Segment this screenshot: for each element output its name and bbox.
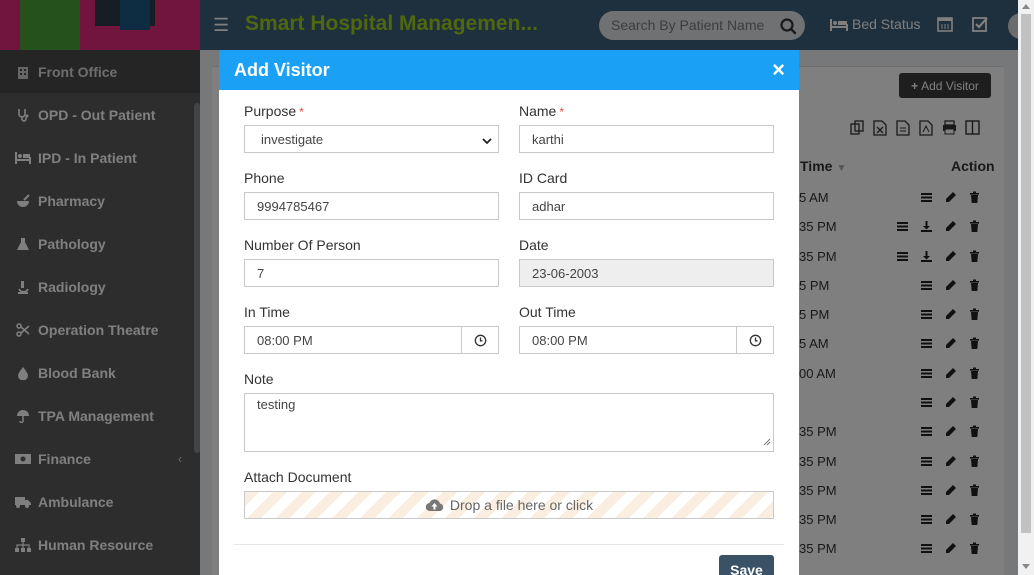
scroll-up-arrow[interactable]: [1022, 4, 1030, 9]
out-time-field[interactable]: 08:00 PM: [519, 326, 774, 354]
out-time-value: 08:00 PM: [532, 332, 588, 348]
purpose-select-value: investigate: [261, 131, 324, 147]
save-button[interactable]: Save: [719, 555, 774, 575]
name-field[interactable]: karthi: [519, 125, 774, 153]
scroll-down-arrow[interactable]: [1022, 564, 1030, 569]
file-dropzone[interactable]: Drop a file here or click: [244, 491, 774, 519]
number-of-person-label: Number Of Person: [244, 237, 361, 253]
resize-grip-icon[interactable]: [763, 434, 771, 449]
name-label: Name *: [519, 103, 565, 119]
phone-field[interactable]: 9994785467: [244, 192, 499, 220]
id-card-label: ID Card: [519, 170, 568, 186]
modal-footer-divider: [234, 544, 784, 545]
date-label: Date: [519, 237, 549, 253]
modal-title: Add Visitor: [234, 60, 330, 80]
clock-icon[interactable]: [461, 327, 498, 353]
required-mark: *: [299, 105, 304, 119]
scrollbar-thumb[interactable]: [1021, 14, 1031, 533]
date-field: 23-06-2003: [519, 259, 774, 287]
note-textarea[interactable]: testing: [244, 393, 774, 452]
page-scrollbar[interactable]: [1018, 0, 1034, 575]
chevron-down-icon: [482, 134, 492, 149]
close-icon[interactable]: ×: [772, 59, 785, 81]
purpose-label: Purpose *: [244, 103, 304, 119]
in-time-label: In Time: [244, 304, 290, 320]
number-of-person-field[interactable]: 7: [244, 259, 499, 287]
purpose-select[interactable]: investigate: [244, 125, 499, 153]
phone-label: Phone: [244, 170, 285, 186]
note-value: testing: [257, 397, 296, 412]
clock-icon[interactable]: [736, 327, 773, 353]
modal-header: Add Visitor ×: [219, 50, 799, 90]
id-card-field[interactable]: adhar: [519, 192, 774, 220]
add-visitor-modal: Add Visitor × Purpose * investigate Name *…: [219, 50, 799, 575]
cloud-upload-icon: [425, 499, 444, 512]
in-time-value: 08:00 PM: [257, 332, 313, 348]
out-time-label: Out Time: [519, 304, 576, 320]
in-time-field[interactable]: 08:00 PM: [244, 326, 499, 354]
attach-document-label: Attach Document: [244, 469, 352, 485]
required-mark: *: [559, 105, 565, 119]
note-label: Note: [244, 371, 274, 387]
dropzone-text: Drop a file here or click: [449, 497, 594, 513]
